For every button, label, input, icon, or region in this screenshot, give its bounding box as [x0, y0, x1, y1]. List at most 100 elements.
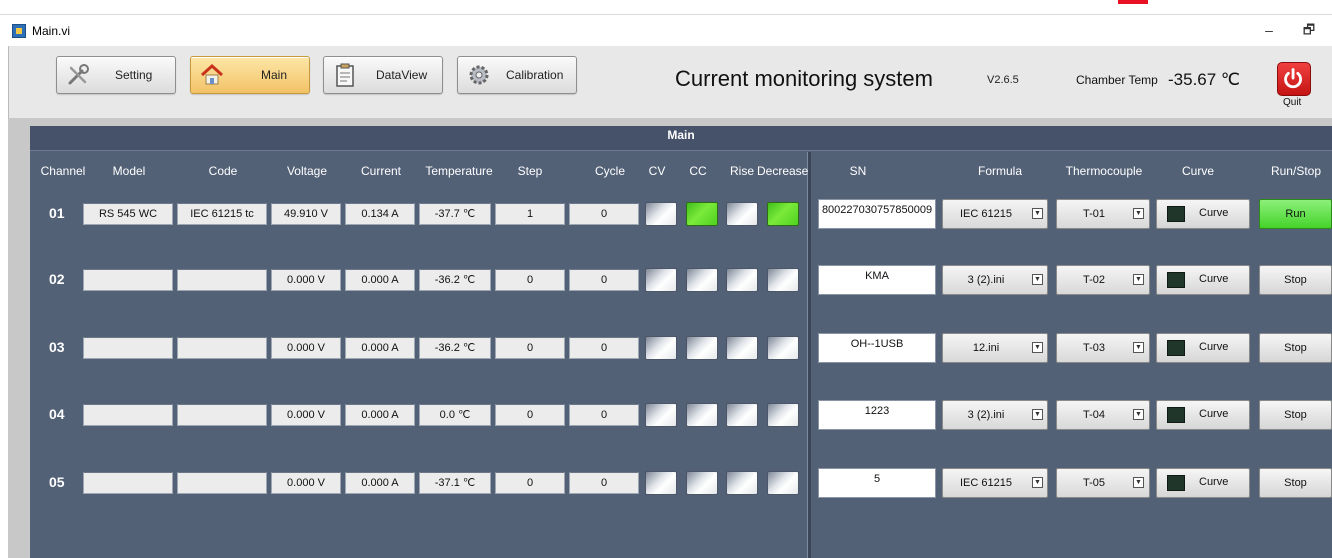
- formula-dropdown[interactable]: 3 (2).ini ▼: [942, 265, 1048, 295]
- header-decrease: Decrease: [757, 164, 809, 178]
- rise-indicator: [726, 471, 758, 495]
- title-bar: [0, 0, 1332, 46]
- model-field: [83, 337, 173, 359]
- thermocouple-dropdown[interactable]: T-03 ▼: [1056, 333, 1150, 363]
- thermocouple-value: T-05: [1082, 477, 1105, 489]
- formula-dropdown[interactable]: IEC 61215 ▼: [942, 468, 1048, 498]
- sn-field[interactable]: 800227030757850009: [818, 199, 936, 229]
- header-step: Step: [517, 164, 543, 178]
- temperature-field: -36.2 ℃: [419, 269, 491, 291]
- model-field: [83, 472, 173, 494]
- run-stop-button[interactable]: Stop: [1259, 333, 1332, 363]
- voltage-field: 0.000 V: [271, 337, 341, 359]
- decrease-indicator: [767, 471, 799, 495]
- model-field: [83, 269, 173, 291]
- rise-indicator: [726, 336, 758, 360]
- waveform-icon: [1167, 340, 1185, 356]
- chamber-temp-value: -35.67 ℃: [1168, 70, 1241, 89]
- formula-value: IEC 61215: [960, 477, 1012, 489]
- header-rise: Rise: [729, 164, 754, 178]
- step-field: 0: [495, 269, 565, 291]
- code-field: [177, 404, 267, 426]
- thermocouple-dropdown[interactable]: T-01 ▼: [1056, 199, 1150, 229]
- header-cv: CV: [648, 164, 666, 178]
- curve-button[interactable]: Curve: [1156, 333, 1250, 363]
- panel-divider: [807, 152, 811, 558]
- thermocouple-dropdown[interactable]: T-02 ▼: [1056, 265, 1150, 295]
- header-formula: Formula: [977, 164, 1022, 178]
- formula-value: IEC 61215: [960, 208, 1012, 220]
- header-temperature: Temperature: [425, 164, 493, 178]
- header-cycle: Cycle: [594, 164, 625, 178]
- cycle-field: 0: [569, 337, 639, 359]
- setting-button[interactable]: Setting: [56, 56, 176, 94]
- curve-button[interactable]: Curve: [1156, 265, 1250, 295]
- chamber-temp-label: Chamber Temp: [1076, 73, 1158, 87]
- voltage-field: 0.000 V: [271, 472, 341, 494]
- curve-button[interactable]: Curve: [1156, 400, 1250, 430]
- cycle-field: 0: [569, 269, 639, 291]
- formula-value: 12.ini: [972, 342, 1000, 354]
- current-field: 0.000 A: [345, 269, 415, 291]
- run-stop-button[interactable]: Stop: [1259, 400, 1332, 430]
- panel-title: Main: [667, 128, 695, 142]
- dropdown-arrow-icon: ▼: [1032, 477, 1043, 488]
- current-field: 0.000 A: [345, 337, 415, 359]
- waveform-icon: [1167, 272, 1185, 288]
- restore-button[interactable]: 🗗: [1298, 20, 1320, 40]
- run-stop-button[interactable]: Run: [1259, 199, 1332, 229]
- curve-label: Curve: [1199, 273, 1229, 285]
- code-field: [177, 337, 267, 359]
- formula-dropdown[interactable]: IEC 61215 ▼: [942, 199, 1048, 229]
- calibration-button[interactable]: Calibration: [457, 56, 577, 94]
- decrease-indicator: [767, 202, 799, 226]
- header-code: Code: [208, 164, 238, 178]
- channel-number: 01: [49, 205, 65, 221]
- quit-button[interactable]: [1277, 62, 1311, 96]
- sn-field[interactable]: KMA: [818, 265, 936, 295]
- dropdown-arrow-icon: ▼: [1133, 274, 1144, 285]
- cycle-field: 0: [569, 203, 639, 225]
- formula-dropdown[interactable]: 12.ini ▼: [942, 333, 1048, 363]
- window-title: Main.vi: [32, 24, 71, 38]
- dataview-button[interactable]: DataView: [323, 56, 443, 94]
- curve-button[interactable]: Curve: [1156, 199, 1250, 229]
- dropdown-arrow-icon: ▼: [1032, 208, 1043, 219]
- current-field: 0.000 A: [345, 472, 415, 494]
- code-field: [177, 472, 267, 494]
- main-button[interactable]: Main: [190, 56, 310, 94]
- voltage-field: 0.000 V: [271, 404, 341, 426]
- formula-dropdown[interactable]: 3 (2).ini ▼: [942, 400, 1048, 430]
- voltage-field: 49.910 V: [271, 203, 341, 225]
- curve-button[interactable]: Curve: [1156, 468, 1250, 498]
- cv-indicator: [645, 471, 677, 495]
- header-thermocouple: Thermocouple: [1065, 164, 1143, 178]
- current-field: 0.134 A: [345, 203, 415, 225]
- labview-app-icon: [12, 24, 26, 38]
- thermocouple-dropdown[interactable]: T-05 ▼: [1056, 468, 1150, 498]
- decrease-indicator: [767, 268, 799, 292]
- dropdown-arrow-icon: ▼: [1032, 342, 1043, 353]
- current-field: 0.000 A: [345, 404, 415, 426]
- cycle-field: 0: [569, 472, 639, 494]
- run-stop-button[interactable]: Stop: [1259, 265, 1332, 295]
- header-current: Current: [360, 164, 401, 178]
- temperature-field: -37.7 ℃: [419, 203, 491, 225]
- minimize-button[interactable]: –: [1258, 20, 1280, 40]
- sn-field[interactable]: 1223: [818, 400, 936, 430]
- temperature-field: 0.0 ℃: [419, 404, 491, 426]
- sn-field[interactable]: OH--1USB: [818, 333, 936, 363]
- step-field: 0: [495, 337, 565, 359]
- cc-indicator: [686, 471, 718, 495]
- dataview-label: DataView: [376, 68, 428, 82]
- temperature-field: -37.1 ℃: [419, 472, 491, 494]
- dropdown-arrow-icon: ▼: [1133, 342, 1144, 353]
- sn-field[interactable]: 5: [818, 468, 936, 498]
- rise-indicator: [726, 202, 758, 226]
- curve-label: Curve: [1199, 476, 1229, 488]
- model-field: [83, 404, 173, 426]
- header-run-stop: Run/Stop: [1270, 164, 1322, 178]
- thermocouple-dropdown[interactable]: T-04 ▼: [1056, 400, 1150, 430]
- rise-indicator: [726, 268, 758, 292]
- run-stop-button[interactable]: Stop: [1259, 468, 1332, 498]
